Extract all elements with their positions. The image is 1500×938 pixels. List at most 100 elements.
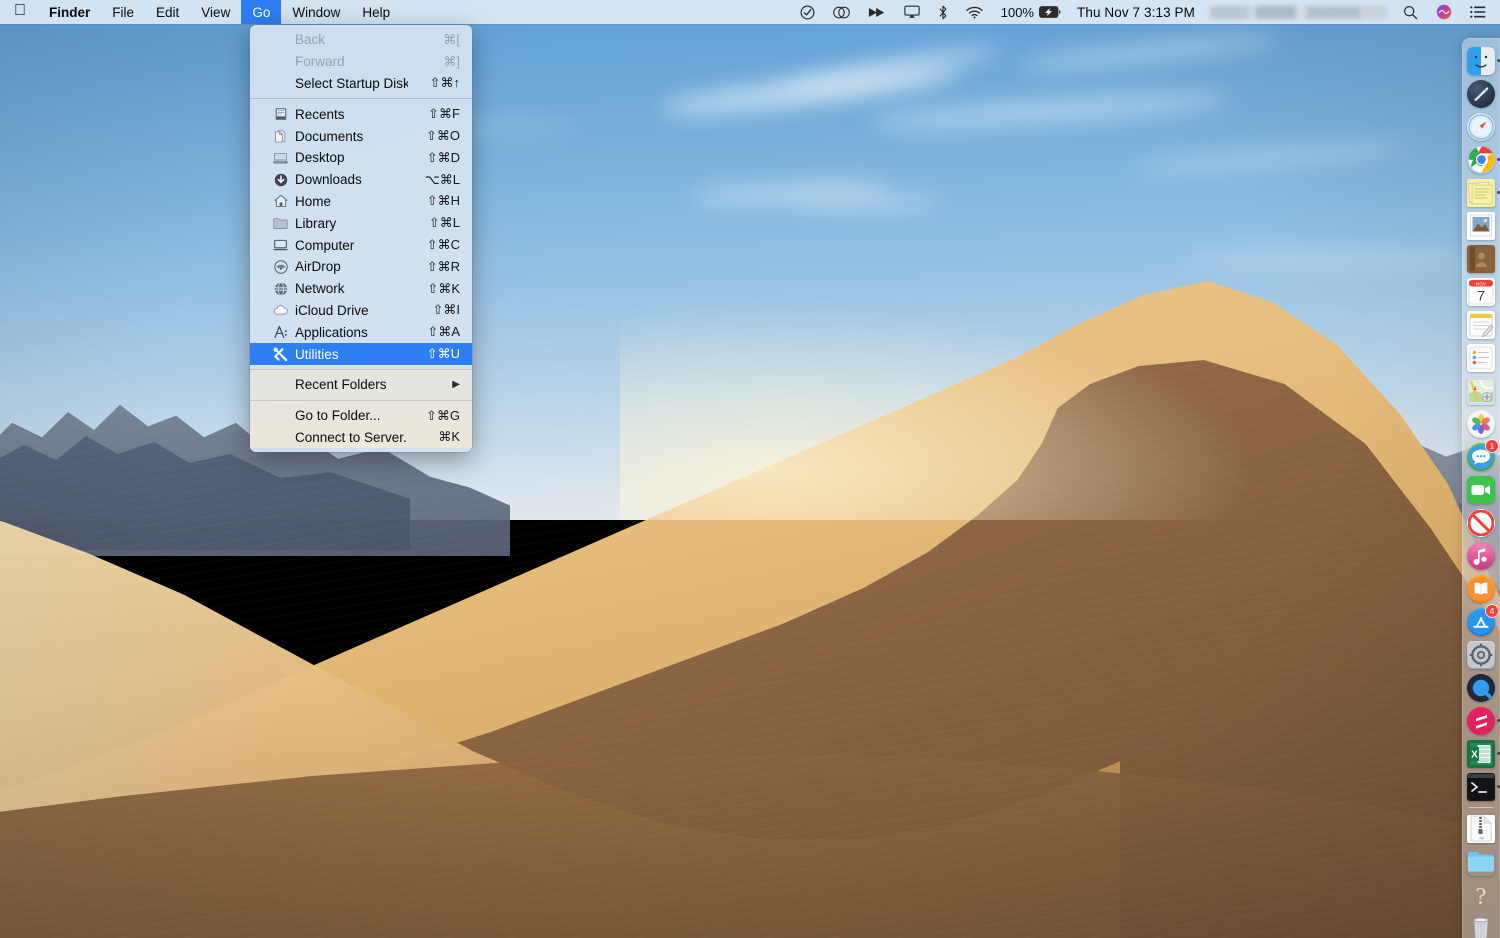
go-menu-dropdown[interactable]: Back ⌘[ Forward ⌘] Select Startup Disk ⇧… [250,25,472,452]
system-preferences-icon [1467,641,1495,669]
menu-item-library[interactable]: Library ⇧⌘L [250,212,472,234]
things-checkmark-icon[interactable] [791,0,824,24]
dock-item-finder[interactable] [1466,46,1496,76]
dock-item-trash[interactable] [1466,913,1496,938]
dock-item-zip-file[interactable]: .zip [1466,814,1496,844]
menu-item-connect-to-server[interactable]: Connect to Server... ⌘K [250,427,472,449]
dock-item-launchpad[interactable] [1466,79,1496,109]
menu-help[interactable]: Help [351,0,401,24]
airdrop-icon [272,259,289,275]
dock-item-contacts[interactable] [1466,244,1496,274]
downloads-folder-icon [1467,848,1495,876]
menu-item-icloud-drive[interactable]: iCloud Drive ⇧⌘I [250,300,472,322]
finder-icon [1467,47,1495,75]
dock-item-terminal[interactable] [1466,772,1496,802]
menu-item-applications[interactable]: Applications ⇧⌘A [250,321,472,343]
menu-item-shortcut: ⇧⌘↑ [420,75,460,91]
fast-forward-icon[interactable] [859,0,895,24]
menu-item-shortcut: ⇧⌘G [420,408,460,424]
dock-item-unknown[interactable]: ? [1466,880,1496,910]
dock-item-blocked[interactable] [1466,508,1496,538]
menu-item-label: Home [295,194,408,209]
dock-item-sublime[interactable] [1466,706,1496,736]
dock-item-photos-frame[interactable] [1466,211,1496,241]
notes-icon [1467,311,1495,339]
menu-item-shortcut: ⇧⌘H [420,193,460,209]
svg-text:7: 7 [1477,287,1485,303]
menu-item-label: Utilities [295,347,408,362]
desktop-wallpaper[interactable] [0,0,1500,938]
quicktime-icon [1467,674,1495,702]
creative-cloud-icon[interactable] [824,0,859,24]
dock-item-downloads-folder[interactable] [1466,847,1496,877]
dock-item-photos-app[interactable] [1466,409,1496,439]
menu-view[interactable]: View [190,0,241,24]
menu-item-select-startup-disk[interactable]: Select Startup Disk ⇧⌘↑ [250,73,472,95]
ibooks-icon [1467,575,1495,603]
dock-item-itunes[interactable] [1466,541,1496,571]
menu-item-recent-folders[interactable]: Recent Folders ▶ [250,374,472,396]
airplay-display-icon[interactable] [895,0,929,24]
apple-menu[interactable]:  [0,0,38,24]
menu-item-network[interactable]: Network ⇧⌘K [250,278,472,300]
bluetooth-icon[interactable] [929,0,957,24]
menu-item-computer[interactable]: Computer ⇧⌘C [250,234,472,256]
dock-item-safari[interactable] [1466,112,1496,142]
notification-center-icon[interactable] [1461,0,1492,24]
wifi-icon[interactable] [957,0,992,24]
menu-bar-app-menus:  Finder File Edit View Go Window Help [0,0,401,24]
dock-item-ibooks[interactable] [1466,574,1496,604]
menu-label: File [112,5,134,20]
menu-item-desktop[interactable]: Desktop ⇧⌘D [250,147,472,169]
dock-item-stickies[interactable] [1466,178,1496,208]
menu-item-forward[interactable]: Forward ⌘] [250,51,472,73]
dock-item-facetime[interactable] [1466,475,1496,505]
dock-item-calendar[interactable]: NOV7 [1466,277,1496,307]
menu-item-shortcut: ⇧⌘K [420,281,460,297]
menu-edit[interactable]: Edit [145,0,190,24]
battery-charging-icon[interactable] [1037,0,1068,24]
menu-item-label: Recents [295,107,408,122]
dock-item-chrome[interactable] [1466,145,1496,175]
menu-item-shortcut: ⇧⌘D [420,150,460,166]
reminders-icon [1467,344,1495,372]
menu-item-shortcut: ⇧⌘R [420,259,460,275]
menu-finder[interactable]: Finder [38,0,101,24]
menu-item-home[interactable]: Home ⇧⌘H [250,191,472,213]
menu-window[interactable]: Window [281,0,351,24]
blocked-app-icon [1467,509,1495,537]
dock-item-app-store[interactable]: 4 [1466,607,1496,637]
dock-item-notes[interactable] [1466,310,1496,340]
menu-item-back[interactable]: Back ⌘[ [250,29,472,51]
menu-item-label: Library [295,216,408,231]
menu-item-recents[interactable]: Recents ⇧⌘F [250,103,472,125]
menu-item-utilities[interactable]: Utilities ⇧⌘U [250,343,472,365]
dock-item-messages[interactable]: 1 [1466,442,1496,472]
menu-bar-clock[interactable]: Thu Nov 7 3:13 PM [1068,5,1204,20]
menu-item-label: Go to Folder... [295,408,408,423]
menu-item-shortcut: ⇧⌘U [420,346,460,362]
menu-item-documents[interactable]: Documents ⇧⌘O [250,125,472,147]
dock-item-maps[interactable] [1466,376,1496,406]
dock-item-excel[interactable]: X [1466,739,1496,769]
dock-item-quicktime[interactable] [1466,673,1496,703]
menu-item-downloads[interactable]: Downloads ⌥⌘L [250,169,472,191]
menu-item-airdrop[interactable]: AirDrop ⇧⌘R [250,256,472,278]
no-icon [272,429,289,445]
menu-item-label: Back [295,32,408,47]
home-icon [272,193,289,209]
menu-item-go-to-folder[interactable]: Go to Folder... ⇧⌘G [250,405,472,427]
cloud-wisp [790,196,940,208]
dock-item-system-preferences[interactable] [1466,640,1496,670]
dock-separator [1469,807,1493,808]
menu-item-shortcut: ⇧⌘O [420,128,460,144]
search-icon[interactable] [1394,0,1427,24]
go-menu-lower-section: Recent Folders ▶ Go to Folder... ⇧⌘G Con… [250,369,472,448]
svg-text:X: X [1471,749,1478,760]
menu-go[interactable]: Go [241,0,281,24]
menu-item-label: Computer [295,238,408,253]
menu-file[interactable]: File [101,0,145,24]
menu-label: Window [292,5,340,20]
siri-icon[interactable] [1427,0,1461,24]
dock-item-reminders[interactable] [1466,343,1496,373]
